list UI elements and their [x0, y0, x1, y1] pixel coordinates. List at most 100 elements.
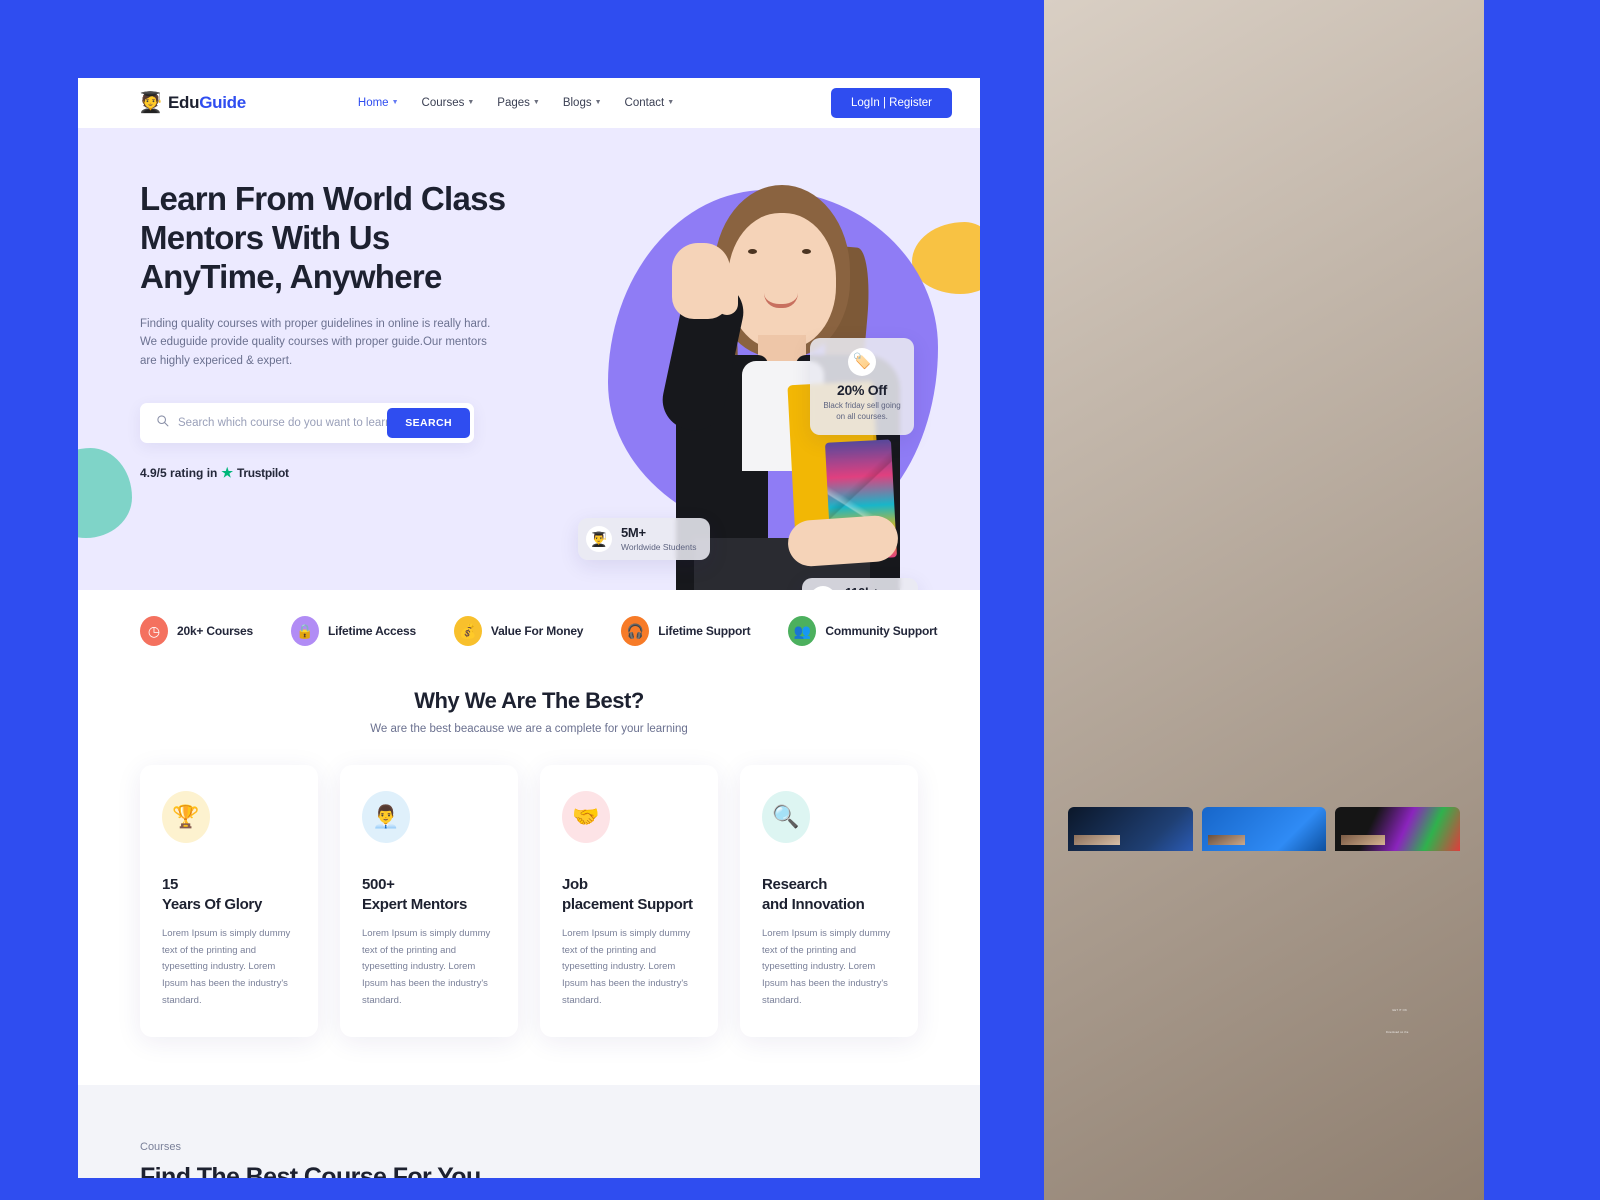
- nav-item-contact[interactable]: Contact ▼: [625, 97, 675, 109]
- why-card: 🤝 Job placement Support Lorem Ipsum is s…: [540, 765, 718, 1038]
- badge-title: 110k+: [845, 586, 904, 590]
- nav-label: Contact: [624, 97, 665, 109]
- feature-label: Community Support: [825, 624, 938, 638]
- why-card: 👨‍💼 500+ Expert Mentors Lorem Ipsum is s…: [340, 765, 518, 1038]
- why-card-line1: 15: [162, 876, 179, 893]
- store-top-label: Download on the: [1386, 1030, 1409, 1034]
- hero-title: Learn From World Class Mentors With Us A…: [140, 180, 506, 295]
- section-subtitle: We are the best beacause we are a comple…: [370, 723, 688, 735]
- feature-label: 20k+ Courses: [177, 624, 253, 638]
- money-hand-icon: 💰: [453, 616, 482, 646]
- hero-section: Learn From World Class Mentors With Us A…: [78, 128, 980, 590]
- testimonial-card: Alison Dawn Web Devologer ★★★★★ Lorem Ip…: [1044, 0, 1484, 1200]
- hero-search-bar: SEARCH: [140, 402, 474, 443]
- feature-community-support: 👥 Community Support: [788, 616, 938, 646]
- courses-section-header: Courses Find The Best Course For You: [78, 1085, 980, 1178]
- section-eyebrow: Courses: [140, 1141, 181, 1154]
- brand-name: EduGuide: [168, 93, 246, 113]
- nav-item-pages[interactable]: Pages ▼: [497, 97, 540, 109]
- why-card-text: Lorem Ipsum is simply dummy text of the …: [362, 928, 491, 1006]
- feature-lifetime-support: 🎧 Lifetime Support: [621, 616, 751, 646]
- blog-thumbnail: Julia Chloe March 8, 2022: [1201, 807, 1327, 852]
- badge-discount: 🏷️ 20% Off Black friday sell going on al…: [810, 338, 914, 435]
- nav-label: Home: [357, 97, 389, 109]
- why-card-text: Lorem Ipsum is simply dummy text of the …: [562, 928, 691, 1006]
- teacher-icon: 👨‍🏫: [809, 586, 836, 590]
- chevron-down-icon: ▼: [391, 98, 399, 106]
- headset-icon: 🎧: [621, 616, 650, 646]
- nav-label: Pages: [497, 97, 530, 109]
- why-card-text: Lorem Ipsum is simply dummy text of the …: [762, 928, 891, 1006]
- pie-chart-icon: ◷: [140, 616, 168, 646]
- why-cards-grid: 🏆 15 Years Of Glory Lorem Ipsum is simpl…: [78, 735, 980, 1038]
- nav-item-home[interactable]: Home ▼: [358, 97, 399, 109]
- avatar: [1207, 835, 1246, 846]
- why-card-line1: Job: [562, 876, 588, 893]
- blog-thumbnail: Micheal Jordan March 7, 2022: [1068, 807, 1193, 852]
- badge-title: 20% Off: [836, 382, 888, 398]
- feature-value-for-money: 💰 Value For Money: [453, 616, 583, 646]
- feature-strip: ◷ 20k+ Courses 🔒 Lifetime Access 💰 Value…: [78, 590, 980, 670]
- brand-name-part2: Guide: [199, 93, 246, 112]
- mentor-icon: 👨‍💼: [362, 791, 410, 843]
- screenshot-stage: 🧑‍🎓 EduGuide Home ▼ Courses ▼ Pages ▼ Blogs…: [0, 0, 1600, 1200]
- hero-search-button[interactable]: SEARCH: [387, 407, 470, 438]
- why-card-text: Lorem Ipsum is simply dummy text of the …: [162, 928, 291, 1006]
- hero-search-input[interactable]: [178, 416, 388, 429]
- store-top-label: GET IT ON: [1392, 1008, 1407, 1012]
- main-nav: Home ▼ Courses ▼ Pages ▼ Blogs ▼ Contact ▼: [358, 97, 674, 109]
- feature-label: Lifetime Support: [658, 624, 751, 638]
- chevron-down-icon: ▼: [532, 98, 540, 106]
- feature-courses: ◷ 20k+ Courses: [140, 616, 253, 646]
- avatar: [1341, 835, 1385, 846]
- section-title: Why We Are The Best?: [414, 688, 644, 713]
- site-header: 🧑‍🎓 EduGuide Home ▼ Courses ▼ Pages ▼ Blogs…: [78, 78, 980, 128]
- star-icon: ★: [221, 464, 234, 480]
- feature-label: Lifetime Access: [327, 624, 416, 638]
- brand-name-part1: Edu: [168, 93, 200, 112]
- why-card-line1: 500+: [362, 876, 395, 893]
- lock-icon: 🔒: [290, 616, 319, 646]
- blog-thumbnail: Regilio Raben March 12, 2022: [1335, 807, 1460, 852]
- why-card-line2: placement Support: [562, 895, 693, 913]
- nav-label: Blogs: [562, 97, 592, 109]
- why-best-section: Why We Are The Best? We are the best bea…: [78, 670, 980, 1038]
- desktop-preview-right: 🏆 15 Years Of Glory Lorem Ipsum is simpl…: [1044, 0, 1484, 1200]
- why-card: 🔍 Research and Innovation Lorem Ipsum is…: [740, 765, 918, 1038]
- avatar: [1074, 835, 1120, 846]
- brand-avatar-icon: 🧑‍🎓: [138, 92, 163, 114]
- nav-item-blogs[interactable]: Blogs ▼: [563, 97, 602, 109]
- chevron-down-icon: ▼: [467, 98, 475, 106]
- research-chart-icon: 🔍: [762, 791, 810, 843]
- people-icon: 👥: [788, 616, 817, 646]
- desktop-preview-left: 🧑‍🎓 EduGuide Home ▼ Courses ▼ Pages ▼ Blogs…: [78, 78, 980, 1178]
- feature-lifetime-access: 🔒 Lifetime Access: [290, 616, 416, 646]
- avatar: [1044, 0, 1484, 1200]
- price-tag-icon: 🏷️: [848, 348, 876, 376]
- student-icon: 👨‍🎓: [586, 526, 612, 552]
- badge-worldwide-students: 👨‍🎓 5M+ Worldwide Students: [578, 518, 711, 560]
- brand-logo[interactable]: 🧑‍🎓 EduGuide: [138, 90, 246, 116]
- testimonials-section: What’s Our Student Say About Us ‹ Jose P…: [1044, 0, 1484, 1200]
- section-title: Find The Best Course For You: [140, 1163, 481, 1178]
- login-register-button[interactable]: LogIn | Register: [831, 88, 952, 118]
- chevron-down-icon: ▼: [667, 98, 675, 106]
- why-card-line2: Expert Mentors: [362, 895, 467, 913]
- hero-subtitle: Finding quality courses with proper guid…: [140, 317, 491, 368]
- badge-active-learners: 👨‍🏫 110k+ Active Learners: [801, 578, 918, 590]
- chevron-down-icon: ▼: [594, 98, 602, 106]
- why-card: 🏆 15 Years Of Glory Lorem Ipsum is simpl…: [140, 765, 318, 1038]
- trophy-icon: 🏆: [162, 791, 210, 843]
- badge-subtitle: Black friday sell going on all courses.: [823, 401, 901, 421]
- nav-label: Courses: [421, 97, 465, 109]
- search-icon: [156, 414, 169, 432]
- why-card-line1: Research: [762, 876, 828, 893]
- badge-title: 5M+: [621, 525, 646, 541]
- why-card-line2: Years Of Glory: [162, 895, 263, 913]
- trustpilot-rating: 4.9/5 rating in ★ Trustpilot: [140, 465, 518, 481]
- nav-item-courses[interactable]: Courses ▼: [422, 97, 475, 109]
- badge-subtitle: Worldwide Students: [621, 541, 697, 552]
- handshake-icon: 🤝: [562, 791, 610, 843]
- trustpilot-label: Trustpilot: [237, 465, 289, 480]
- rating-text: 4.9/5 rating in: [140, 465, 218, 480]
